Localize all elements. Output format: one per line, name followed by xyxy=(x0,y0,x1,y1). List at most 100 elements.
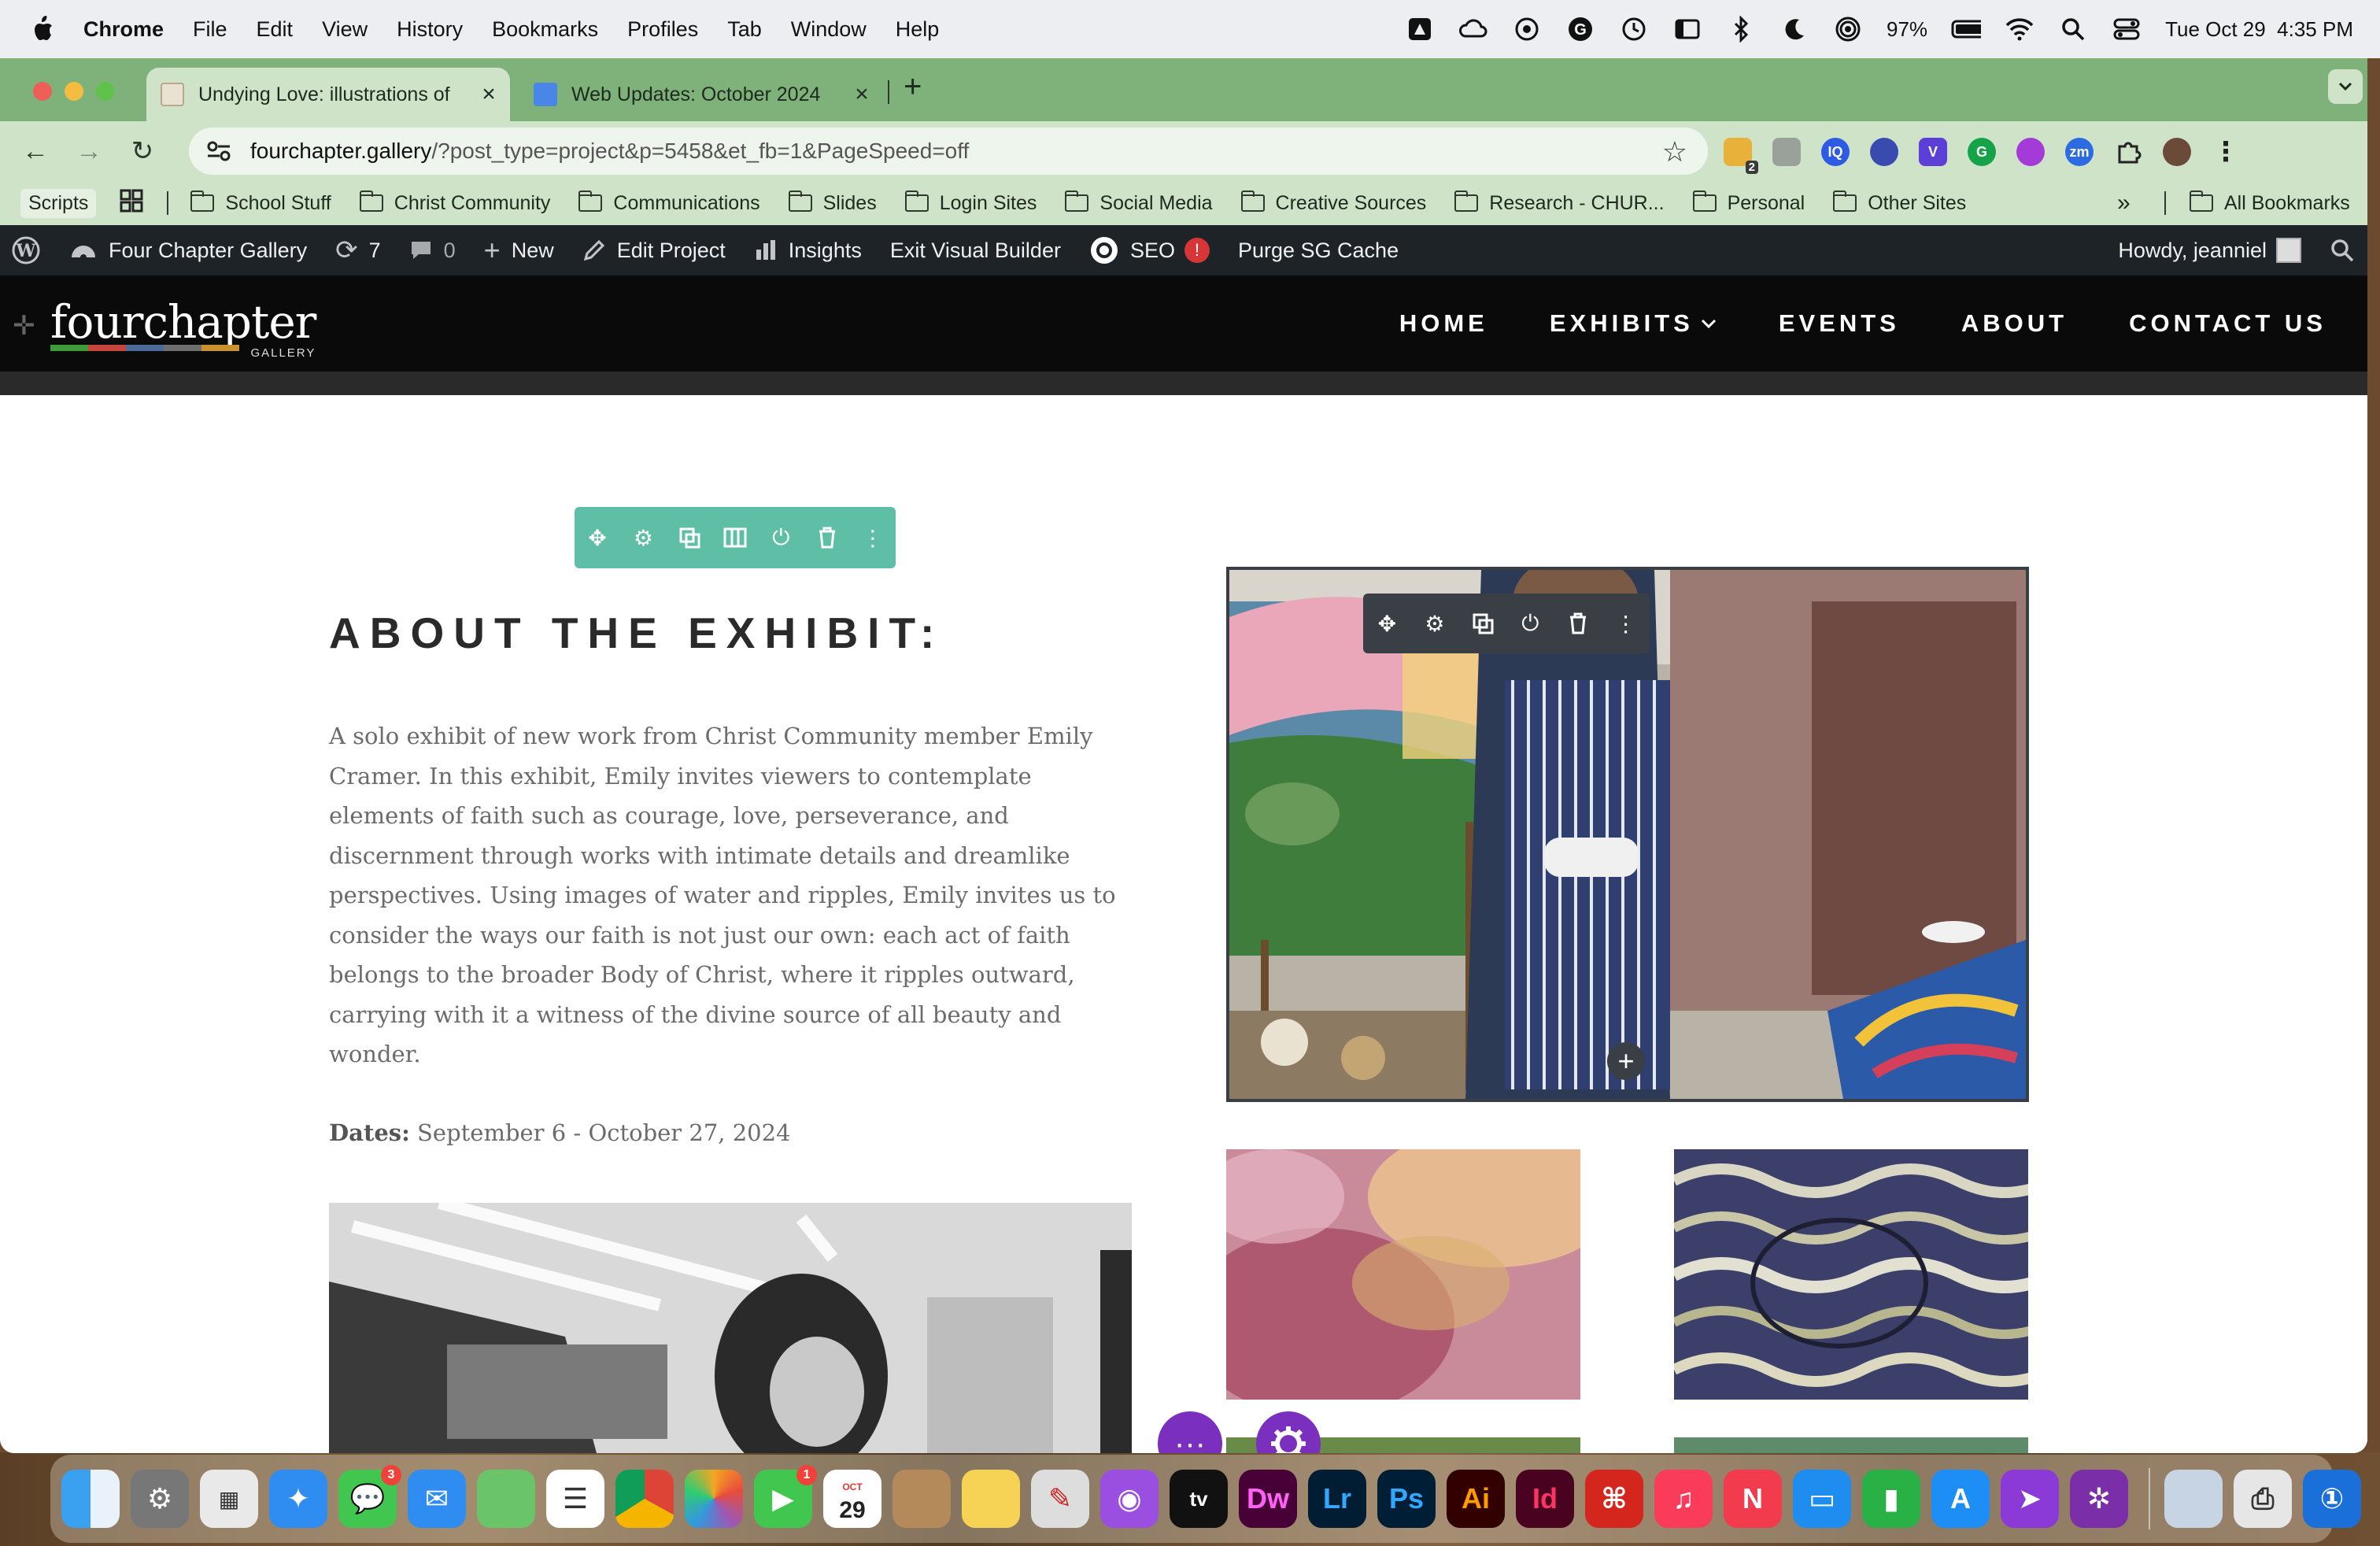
settings-gear-icon[interactable]: ⚙ xyxy=(1418,607,1451,640)
dock-podcasts-icon[interactable]: ◉ xyxy=(1100,1470,1159,1528)
back-icon[interactable]: ← xyxy=(17,133,54,169)
dock-contacts-icon[interactable] xyxy=(893,1470,951,1528)
wp-site-name[interactable]: Four Chapter Gallery xyxy=(69,239,307,263)
wifi-icon[interactable] xyxy=(2005,14,2034,44)
bookmark-folder-login-sites[interactable]: Login Sites xyxy=(904,190,1037,215)
menu-app-name[interactable]: Chrome xyxy=(83,17,164,42)
dock-reminders-icon[interactable]: ☰ xyxy=(546,1470,604,1528)
move-icon[interactable]: ✥ xyxy=(581,521,614,554)
dock-tv-icon[interactable]: tv xyxy=(1170,1470,1228,1528)
artwork-thumbnail[interactable] xyxy=(1674,1437,2028,1453)
wp-edit-project[interactable]: Edit Project xyxy=(582,239,726,263)
tab-undying-love[interactable]: Undying Love: illustrations of × xyxy=(146,68,510,121)
wp-insights[interactable]: Insights xyxy=(754,239,862,263)
bookmark-folder-christ-community[interactable]: Christ Community xyxy=(359,190,550,215)
bookmark-scripts[interactable]: Scripts xyxy=(20,188,97,218)
address-bar[interactable]: fourchapter.gallery/?post_type=project&p… xyxy=(189,128,1708,175)
dock-1password-icon[interactable]: ① xyxy=(2303,1470,2361,1528)
dock-dreamweaver-icon[interactable]: Dw xyxy=(1239,1470,1297,1528)
dock-preview-icon[interactable] xyxy=(2164,1470,2223,1528)
battery-icon[interactable] xyxy=(1951,14,1982,44)
dock-news-icon[interactable]: N xyxy=(1724,1470,1782,1528)
menu-tab[interactable]: Tab xyxy=(727,17,762,42)
bookmark-folder-personal[interactable]: Personal xyxy=(1692,190,1805,215)
wp-updates[interactable]: ⟳ 7 xyxy=(335,235,381,266)
menu-window[interactable]: Window xyxy=(791,17,867,42)
dock-indesign-icon[interactable]: Id xyxy=(1516,1470,1574,1528)
dock-system-settings-icon[interactable]: ⚙ xyxy=(131,1470,189,1528)
nav-events[interactable]: EVENTS xyxy=(1779,309,1900,338)
extension-insights-icon[interactable] xyxy=(1870,138,1898,166)
apps-grid-icon[interactable] xyxy=(120,189,143,218)
sidebar-icon[interactable] xyxy=(1672,14,1702,44)
reload-icon[interactable]: ↻ xyxy=(124,133,161,169)
nav-exhibits[interactable]: EXHIBITS xyxy=(1550,309,1717,338)
dock-app-store-icon[interactable]: A xyxy=(1931,1470,1990,1528)
menu-view[interactable]: View xyxy=(322,17,368,42)
extensions-puzzle-icon[interactable] xyxy=(2114,138,2142,166)
bookmark-folder-school-stuff[interactable]: School Stuff xyxy=(190,190,331,215)
dock-cursor-app-icon[interactable]: ➤ xyxy=(2001,1470,2059,1528)
window-minimize-button[interactable] xyxy=(65,82,83,101)
focus-moon-icon[interactable] xyxy=(1779,14,1809,44)
dock-lightroom-icon[interactable]: Lr xyxy=(1308,1470,1366,1528)
spotlight-search-icon[interactable] xyxy=(2058,14,2088,44)
dock-music-icon[interactable]: ♫ xyxy=(1654,1470,1713,1528)
tab-search-icon[interactable] xyxy=(2328,69,2363,104)
drag-move-icon[interactable]: ✛ xyxy=(13,310,35,342)
menu-help[interactable]: Help xyxy=(896,17,940,42)
cloud-sync-icon[interactable] xyxy=(1458,14,1488,44)
menu-edit[interactable]: Edit xyxy=(257,17,294,42)
window-close-button[interactable] xyxy=(33,82,52,101)
time-machine-icon[interactable] xyxy=(1619,14,1649,44)
forward-icon[interactable]: → xyxy=(71,133,107,169)
bluetooth-icon[interactable] xyxy=(1726,14,1756,44)
tab-web-updates[interactable]: Web Updates: October 2024 × xyxy=(519,68,883,121)
extension-v-icon[interactable]: V xyxy=(1919,138,1947,166)
dock-facetime-icon[interactable]: ▶ 1 xyxy=(754,1465,817,1528)
wp-purge-cache[interactable]: Purge SG Cache xyxy=(1238,239,1399,263)
window-zoom-button[interactable] xyxy=(96,82,115,101)
wp-new[interactable]: + New xyxy=(484,234,554,267)
power-toggle-icon[interactable]: ⏻ xyxy=(1513,607,1547,640)
dock-script-editor-icon[interactable]: ✎ xyxy=(1031,1470,1089,1528)
drive-icon[interactable] xyxy=(1405,14,1435,44)
dock-safari-icon[interactable]: ✦ xyxy=(269,1470,327,1528)
more-options-icon[interactable]: ⋮ xyxy=(856,521,889,554)
trash-icon[interactable] xyxy=(1561,607,1595,640)
dock-chrome-icon[interactable] xyxy=(615,1470,674,1528)
wordpress-logo-icon[interactable]: W xyxy=(11,235,41,265)
apple-menu-icon[interactable] xyxy=(30,16,55,43)
dock-printer-icon[interactable]: ⎙ xyxy=(2234,1470,2292,1528)
bookmark-folder-other-sites[interactable]: Other Sites xyxy=(1833,190,1966,215)
dock-slack-business-icon[interactable]: ✲ xyxy=(2070,1470,2128,1528)
bookmark-star-icon[interactable]: ☆ xyxy=(1662,135,1687,168)
chrome-menu-icon[interactable]: ⋮ xyxy=(2212,137,2240,167)
builder-more-options-button[interactable]: ··· xyxy=(1158,1411,1222,1453)
wp-comments[interactable]: 0 xyxy=(409,239,456,263)
bookmark-folder-creative-sources[interactable]: Creative Sources xyxy=(1240,190,1426,215)
menu-bookmarks[interactable]: Bookmarks xyxy=(492,17,598,42)
dock-photos-icon[interactable] xyxy=(685,1470,743,1528)
move-icon[interactable]: ✥ xyxy=(1370,607,1403,640)
new-tab-icon[interactable]: + xyxy=(904,69,922,105)
add-module-button[interactable]: + xyxy=(1607,1042,1645,1080)
menu-file[interactable]: File xyxy=(193,17,227,42)
profile-avatar[interactable] xyxy=(2163,138,2191,166)
nav-home[interactable]: HOME xyxy=(1399,309,1488,338)
dock-acrobat-icon[interactable]: ⌘ xyxy=(1585,1470,1643,1528)
trash-icon[interactable] xyxy=(811,521,844,554)
bookmark-all-bookmarks[interactable]: All Bookmarks xyxy=(2190,190,2350,215)
control-center-icon[interactable] xyxy=(2112,14,2142,44)
artwork-pink-watercolor[interactable] xyxy=(1226,1149,1580,1400)
bookmark-folder-research[interactable]: Research - CHUR... xyxy=(1454,190,1665,215)
bookmark-folder-communications[interactable]: Communications xyxy=(578,190,760,215)
screenshot-extension-icon[interactable] xyxy=(1772,138,1801,166)
dock-launchpad-icon[interactable]: ▦ xyxy=(200,1470,258,1528)
dock-messages-icon[interactable]: 💬 3 xyxy=(338,1465,401,1528)
extension-iq-icon[interactable]: IQ xyxy=(1821,138,1850,166)
nav-about[interactable]: ABOUT xyxy=(1961,309,2068,338)
dock-numbers-icon[interactable]: ▮ xyxy=(1862,1470,1920,1528)
bookmark-folder-slides[interactable]: Slides xyxy=(788,190,877,215)
dock-illustrator-icon[interactable]: Ai xyxy=(1447,1470,1505,1528)
